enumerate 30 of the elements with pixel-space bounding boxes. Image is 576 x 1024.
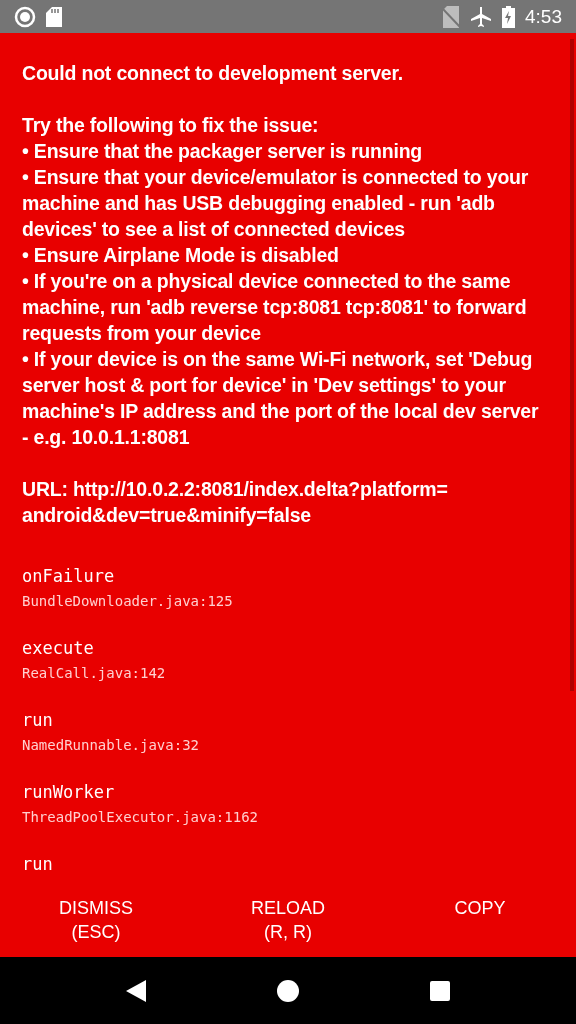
error-text: • If you're on a physical device connected to the same machine, run 'adb reverse tcp:8081 tcp:8081' to forward requests from your device xyxy=(22,269,528,346)
error-text: URL: http://10.0.2.2:8081/index.delta?platform= android&dev=true&minify=false xyxy=(22,477,449,528)
clock: 4:53 xyxy=(525,5,562,28)
action-button[interactable]: DISMISS (ESC) xyxy=(0,890,192,957)
sd-card-icon xyxy=(46,6,62,27)
no-sim-icon xyxy=(442,5,460,28)
action-button[interactable]: RELOAD (R, R) xyxy=(192,890,384,957)
file-location: ThreadPoolExecutor.java:1162 xyxy=(22,808,258,827)
overview-icon[interactable] xyxy=(430,980,451,1001)
file-location: NamedRunnable.java:32 xyxy=(22,736,199,755)
action-button[interactable]: COPY xyxy=(384,890,576,957)
error-text: Try the following to fix the issue: xyxy=(22,113,320,138)
airplane-icon xyxy=(470,5,492,28)
method-name[interactable]: onFailure xyxy=(22,564,115,588)
method-name[interactable]: run xyxy=(22,708,53,732)
error-text: • If your device is on the same Wi-Fi network, set 'Debug server host & port for device' in 'Dev settings' to your machine's IP address and the port of the local dev server - e.g. 10.0.1.1:8081 xyxy=(22,347,540,450)
method-name[interactable]: run xyxy=(22,852,53,876)
error-text: Could not connect to development server. xyxy=(22,61,404,86)
error-text: • Ensure that your device/emulator is connected to your machine and has USB debugging enabled - run 'adb devices' to see a list of connected devices xyxy=(22,165,530,242)
error-text: • Ensure that the packager server is running xyxy=(22,139,424,164)
home-icon[interactable] xyxy=(277,979,299,1002)
method-name[interactable]: runWorker xyxy=(22,780,115,804)
method-name[interactable]: execute xyxy=(22,636,94,660)
battery-charging-icon xyxy=(502,5,515,28)
circle-icon xyxy=(14,5,36,28)
scrollbar[interactable] xyxy=(570,39,574,691)
back-icon[interactable] xyxy=(125,979,146,1002)
error-text: • Ensure Airplane Mode is disabled xyxy=(22,243,340,268)
file-location: RealCall.java:142 xyxy=(22,664,166,683)
file-location: BundleDownloader.java:125 xyxy=(22,592,233,611)
